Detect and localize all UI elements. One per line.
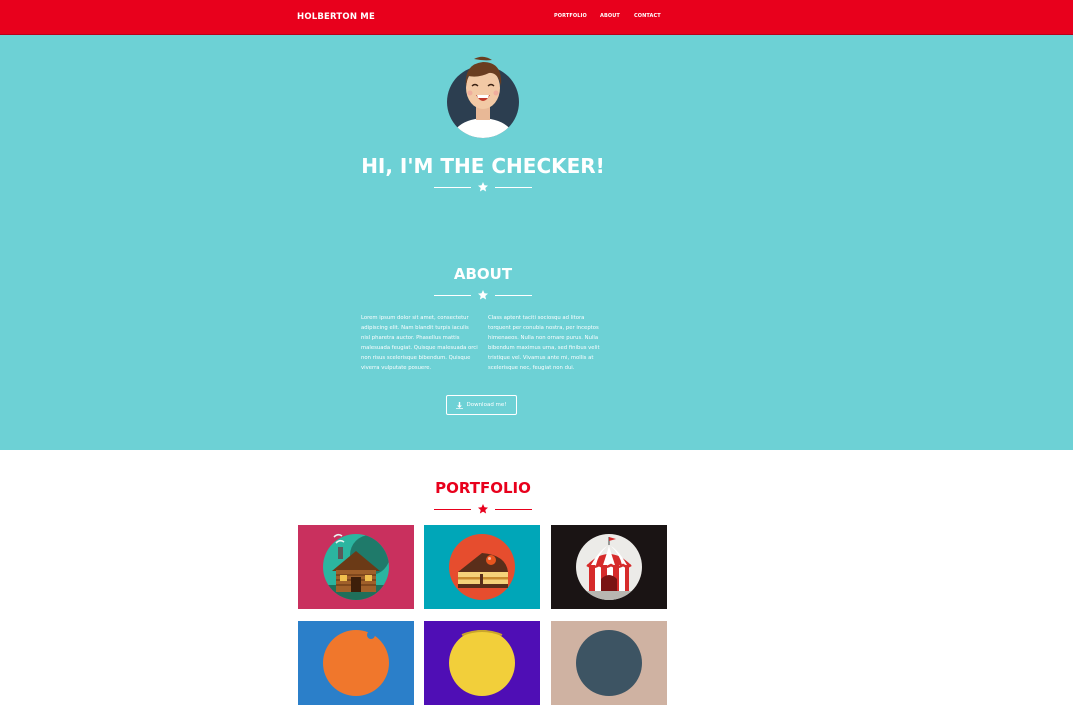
portfolio-item-safe[interactable] (424, 621, 540, 705)
hero-section (0, 35, 1073, 450)
about-divider (434, 290, 532, 300)
submarine-icon (576, 630, 642, 696)
portfolio-divider (434, 504, 532, 514)
cake-icon (449, 534, 515, 600)
star-icon (478, 504, 488, 514)
game-controller-icon (323, 630, 389, 696)
portfolio-title: PORTFOLIO (435, 479, 531, 497)
safe-icon (449, 630, 515, 696)
cabin-icon (323, 533, 389, 600)
nav-link-contact[interactable]: CONTACT (634, 13, 661, 19)
portfolio-item-submarine[interactable] (551, 621, 667, 705)
portfolio-item-cake[interactable] (424, 525, 540, 609)
circus-tent-icon (576, 534, 642, 600)
star-icon (478, 182, 488, 192)
nav-link-portfolio[interactable]: PORTFOLIO (554, 13, 587, 19)
brand-link[interactable]: HOLBERTON ME (297, 12, 375, 22)
navbar: HOLBERTON ME PORTFOLIO ABOUT CONTACT (0, 0, 1073, 35)
hero-divider (434, 182, 532, 192)
portfolio-item-cabin[interactable] (298, 525, 414, 609)
download-label: Download me! (466, 402, 507, 408)
avatar-icon (447, 56, 519, 138)
about-text-left: Lorem ipsum dolor sit amet, consectetur … (361, 315, 478, 371)
download-button[interactable]: Download me! (446, 395, 517, 415)
portfolio-item-game[interactable] (298, 621, 414, 705)
star-icon (478, 290, 488, 300)
nav-link-about[interactable]: ABOUT (600, 13, 620, 19)
about-title: ABOUT (453, 265, 513, 283)
about-text-right: Class aptent taciti sociosqu ad litora t… (488, 315, 600, 371)
download-icon (456, 401, 464, 409)
hero-title: HI, I'M THE CHECKER! (361, 154, 605, 178)
portfolio-item-circus[interactable] (551, 525, 667, 609)
